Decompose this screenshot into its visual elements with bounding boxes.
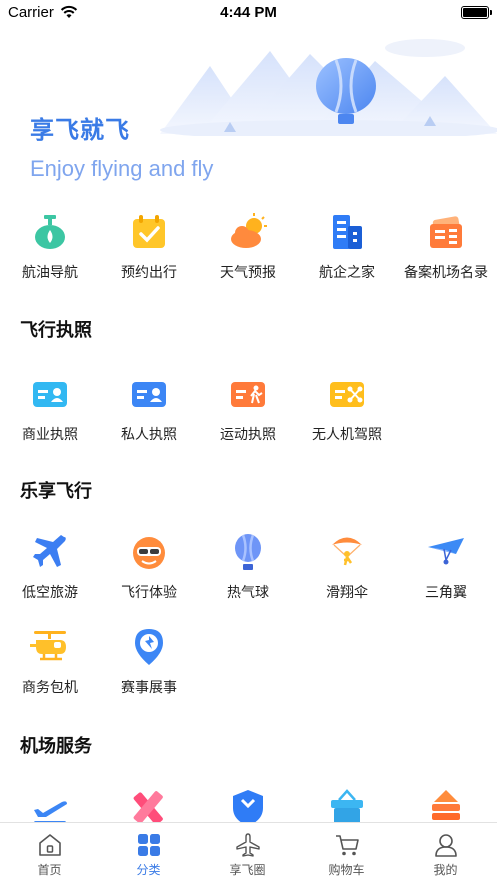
paraglider-icon: [332, 537, 362, 566]
hot-air-balloon-icon: [235, 534, 261, 570]
drone-license-icon: [330, 382, 364, 407]
takeoff-icon: [34, 801, 67, 822]
mountain-balloon-illustration: [160, 39, 497, 136]
grid-item-booking[interactable]: 预约出行: [99, 212, 199, 292]
grid-item-label: 滑翔伞: [326, 585, 368, 601]
grid-item-label: 备案机场名录: [404, 265, 488, 281]
weather-cloud-sun-icon: [231, 213, 267, 248]
grid-item-label: 商务包机: [22, 680, 78, 696]
oil-drop-icon: [35, 215, 65, 249]
grid-item-label: 私人执照: [121, 427, 177, 443]
grid-item-events[interactable]: 赛事展事: [99, 627, 199, 707]
section-title-enjoy: 乐享飞行: [20, 481, 92, 502]
pilot-helmet-icon: [133, 537, 165, 569]
grid-item-flight-experience[interactable]: 飞行体验: [99, 532, 199, 612]
grid-item-airport-maintenance[interactable]: [198, 788, 298, 822]
stack-icon: [432, 790, 460, 820]
tab-label: 享飞圈: [229, 863, 266, 877]
hero-title: 享飞就飞: [30, 116, 130, 144]
tab-category[interactable]: 分类: [99, 823, 198, 883]
tab-label: 首页: [37, 863, 62, 877]
clock: 4:44 PM: [220, 4, 277, 21]
grid-item-label: 赛事展事: [121, 680, 177, 696]
grid-item-drone-license[interactable]: 无人机驾照: [297, 374, 397, 454]
grid-item-label: 热气球: [227, 585, 269, 601]
grid-item-label: 飞行体验: [121, 585, 177, 601]
user-icon: [435, 834, 457, 857]
tab-flying-circle[interactable]: 享飞圈: [198, 823, 297, 883]
grid-item-label: 航油导航: [22, 265, 78, 281]
grid-item-airport-directory[interactable]: 备案机场名录: [396, 212, 496, 292]
grid-item-fuel-navigation[interactable]: 航油导航: [0, 212, 100, 292]
shield-wrench-icon: [233, 790, 263, 822]
sport-license-icon: [231, 382, 265, 407]
hero-banner: 享飞就飞 Enjoy flying and fly: [0, 26, 497, 196]
category-grid-icon: [138, 834, 160, 856]
ruler-pencil-icon: [133, 791, 163, 822]
commercial-license-icon: [33, 382, 67, 407]
grid-item-airport-takeoff[interactable]: [0, 788, 100, 822]
grid-item-airport-shop[interactable]: [297, 788, 397, 822]
grid-item-label: 天气预报: [220, 265, 276, 281]
tab-profile[interactable]: 我的: [396, 823, 495, 883]
grid-item-business-charter[interactable]: 商务包机: [0, 627, 100, 707]
enjoy-grid-row-1: 低空旅游 飞行体验 热气球 滑翔伞 三角翼: [0, 532, 497, 612]
license-grid: 商业执照 私人执照 运动执照 无人机驾照: [0, 374, 497, 454]
private-license-icon: [132, 382, 166, 407]
grid-item-label: 无人机驾照: [312, 427, 382, 443]
grid-item-label: 低空旅游: [22, 585, 78, 601]
status-bar: Carrier 4:44 PM: [0, 0, 497, 26]
grid-item-airport-tools[interactable]: [99, 788, 199, 822]
home-icon: [39, 834, 61, 856]
grid-item-label: 三角翼: [425, 585, 467, 601]
section-title-airport: 机场服务: [20, 736, 92, 757]
helicopter-icon: [30, 631, 66, 661]
grid-item-label: 商业执照: [22, 427, 78, 443]
grid-item-paraglider[interactable]: 滑翔伞: [297, 532, 397, 612]
tab-label: 购物车: [328, 863, 365, 877]
cart-icon: [336, 835, 359, 856]
grid-item-airline-home[interactable]: 航企之家: [297, 212, 397, 292]
airport-grid: [0, 788, 497, 822]
grid-item-label: 预约出行: [121, 265, 177, 281]
hero-subtitle: Enjoy flying and fly: [30, 156, 214, 181]
tab-label: 分类: [136, 863, 161, 877]
enjoy-grid-row-2: 商务包机 赛事展事: [0, 627, 497, 707]
tab-cart[interactable]: 购物车: [297, 823, 396, 883]
ticket-list-icon: [430, 216, 462, 248]
tab-home[interactable]: 首页: [0, 823, 99, 883]
section-title-license: 飞行执照: [20, 320, 92, 341]
hang-glider-icon: [428, 538, 464, 565]
grid-item-weather[interactable]: 天气预报: [198, 212, 298, 292]
calendar-check-icon: [133, 215, 165, 248]
grid-item-hang-glider[interactable]: 三角翼: [396, 532, 496, 612]
grid-item-hot-air-balloon[interactable]: 热气球: [198, 532, 298, 612]
plane-outline-icon: [236, 833, 260, 857]
grid-item-low-altitude-tour[interactable]: 低空旅游: [0, 532, 100, 612]
grid-item-label: 运动执照: [220, 427, 276, 443]
tab-bar: 首页 分类 享飞圈 购物车 我的: [0, 822, 497, 883]
airplane-icon: [33, 535, 66, 567]
tab-label: 我的: [433, 863, 458, 877]
event-pin-icon: [135, 629, 163, 665]
building-icon: [333, 215, 362, 249]
quick-grid: 航油导航 预约出行 天气预报 航企之家 备案机场名录: [0, 212, 497, 292]
shopping-basket-icon: [331, 789, 363, 822]
grid-item-airport-more[interactable]: [396, 788, 496, 822]
grid-item-sport-license[interactable]: 运动执照: [198, 374, 298, 454]
grid-item-commercial-license[interactable]: 商业执照: [0, 374, 100, 454]
battery-icon: [461, 6, 492, 19]
grid-item-label: 航企之家: [319, 265, 375, 281]
grid-item-private-license[interactable]: 私人执照: [99, 374, 199, 454]
